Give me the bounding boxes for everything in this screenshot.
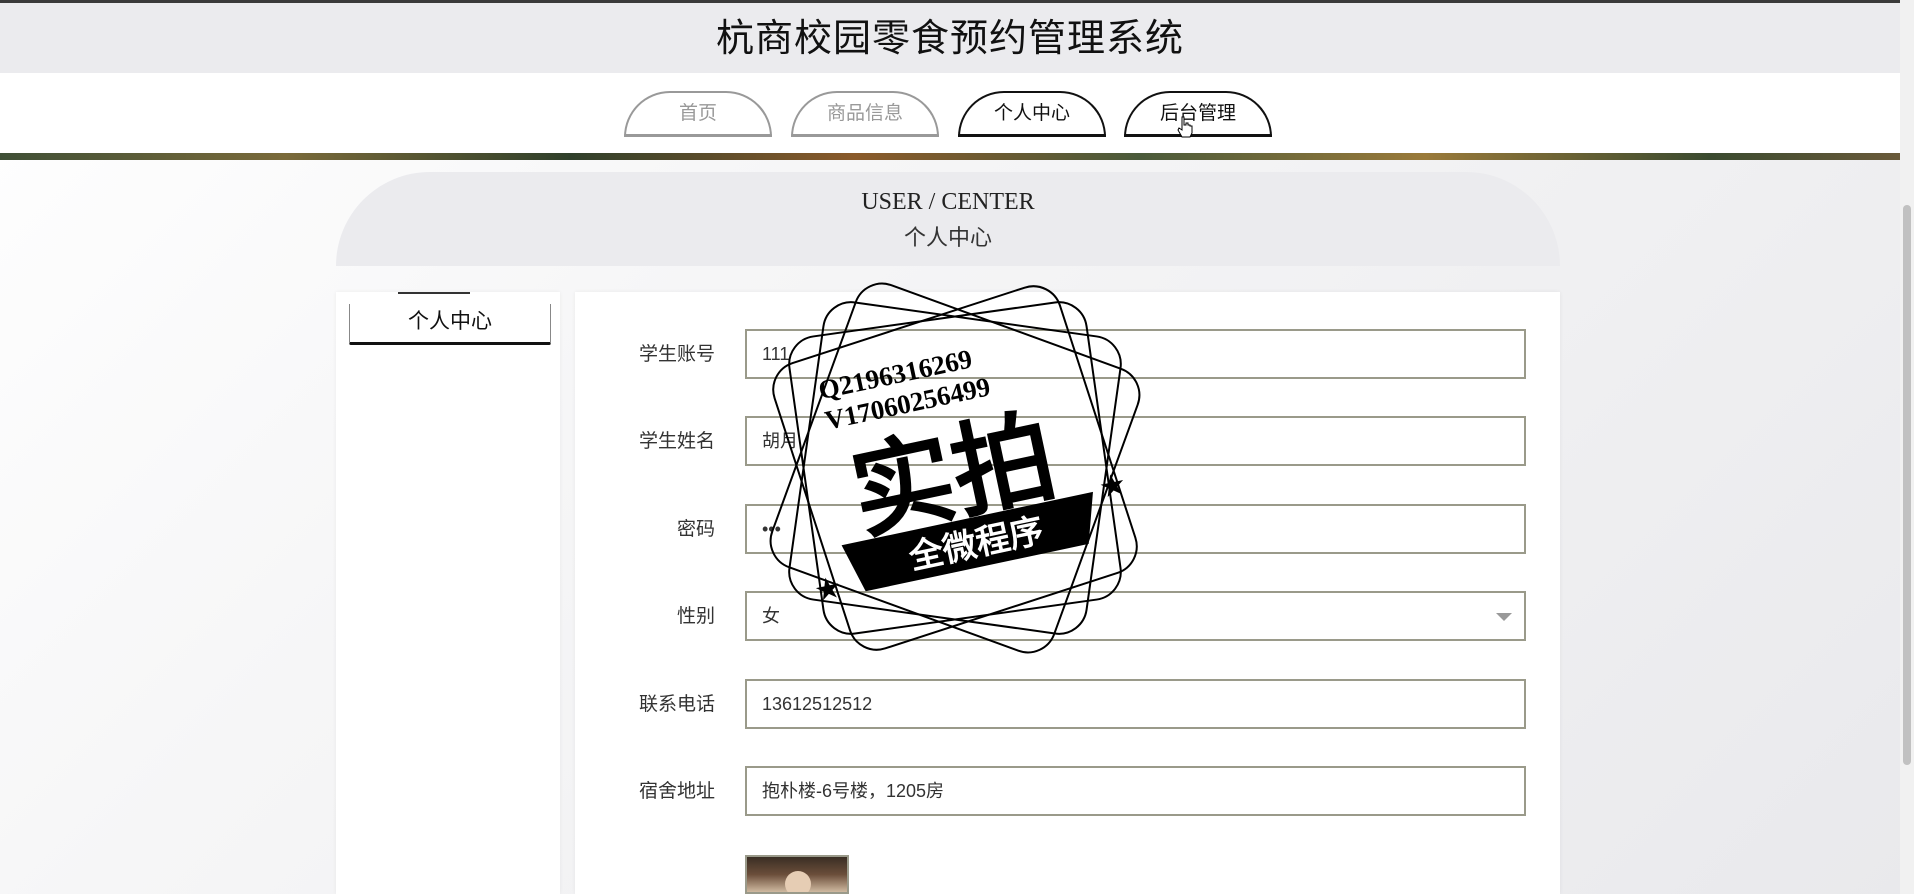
password-label: 密码 bbox=[676, 518, 715, 540]
chevron-down-icon[interactable] bbox=[1496, 613, 1512, 621]
sidebar-item-user-center[interactable]: 个人中心 bbox=[349, 304, 551, 345]
site-title: 杭商校园零食预约管理系统 bbox=[715, 16, 1184, 60]
nav-home[interactable]: 首页 bbox=[624, 91, 772, 137]
form-row-phone: 联系电话 13612512512 bbox=[575, 679, 1560, 729]
name-label: 学生姓名 bbox=[638, 430, 715, 452]
address-label: 宿舍地址 bbox=[638, 780, 715, 802]
user-center-title-cn: 个人中心 bbox=[903, 226, 992, 251]
site-header: 杭商校园零食预约管理系统 bbox=[0, 3, 1900, 73]
account-label: 学生账号 bbox=[638, 343, 715, 365]
hand-cursor-icon bbox=[1177, 116, 1193, 138]
nav-admin[interactable]: 后台管理 bbox=[1124, 91, 1272, 137]
phone-label: 联系电话 bbox=[638, 693, 715, 715]
banner-strip bbox=[0, 153, 1900, 160]
star-icon: ★ bbox=[811, 570, 845, 610]
scrollbar-thumb[interactable] bbox=[1903, 205, 1911, 765]
sidebar-tab-accent bbox=[398, 292, 470, 294]
user-center-header: USER / CENTER 个人中心 bbox=[336, 172, 1560, 266]
star-icon: ★ bbox=[1096, 466, 1130, 506]
phone-input[interactable]: 13612512512 bbox=[745, 679, 1526, 729]
avatar-face bbox=[785, 871, 811, 892]
nav-products[interactable]: 商品信息 bbox=[791, 91, 939, 137]
avatar-image[interactable] bbox=[745, 855, 849, 894]
gender-label: 性别 bbox=[676, 605, 715, 627]
form-row-address: 宿舍地址 抱朴楼-6号楼，1205房 bbox=[575, 766, 1560, 816]
user-center-title-en: USER / CENTER bbox=[861, 189, 1035, 215]
main-nav: 首页 商品信息 个人中心 后台管理 bbox=[0, 73, 1900, 153]
nav-user-center[interactable]: 个人中心 bbox=[958, 91, 1106, 137]
address-input[interactable]: 抱朴楼-6号楼，1205房 bbox=[745, 766, 1526, 816]
watermark-stamp: Q2196316269 V17060256499 实拍 全微程序 ★ ★ bbox=[769, 282, 1141, 654]
sidebar: 个人中心 bbox=[336, 292, 560, 894]
